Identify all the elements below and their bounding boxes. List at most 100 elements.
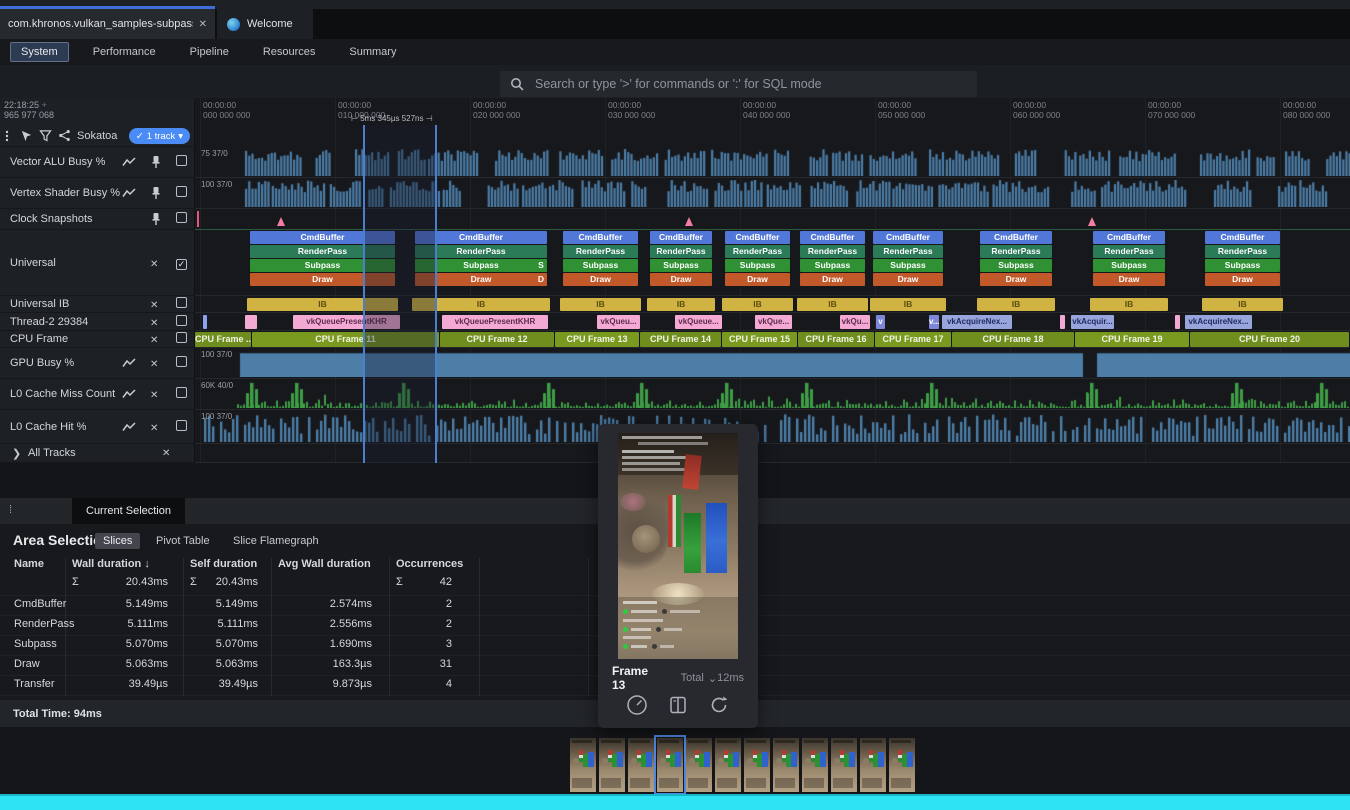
selection-start-handle[interactable] <box>363 125 365 463</box>
tab-current-selection[interactable]: Current Selection <box>72 498 185 524</box>
remove-track-icon[interactable]: ✕ <box>162 448 170 459</box>
sparkline-icon[interactable] <box>122 187 136 200</box>
slice-cpu-frame-17[interactable]: CPU Frame 17 <box>875 332 951 347</box>
slice-vkacquirenex[interactable]: vkAcquireNex... <box>1185 315 1252 329</box>
selection-end-handle[interactable] <box>435 125 437 463</box>
col-occurrences[interactable]: Occurrences <box>396 558 463 570</box>
slice-subpass[interactable]: Subpass <box>563 259 638 272</box>
slice-draw[interactable]: Draw <box>725 273 790 286</box>
clock-marker[interactable] <box>197 211 199 227</box>
track-row-cpu-frame[interactable]: CPU Frame✕ <box>0 331 195 348</box>
slice-ib[interactable]: IB <box>560 298 641 311</box>
remove-track-icon[interactable]: ✕ <box>150 259 158 270</box>
slice-vkacquir[interactable]: vkAcquir... <box>1071 315 1114 329</box>
track-row-universal[interactable]: Universal✕✓ <box>0 230 195 296</box>
track-checkbox[interactable] <box>176 297 187 308</box>
filmstrip-frame-thumb[interactable] <box>657 738 683 792</box>
selection-region[interactable] <box>363 125 435 463</box>
sparkline-icon[interactable] <box>122 420 136 433</box>
slice-renderpass[interactable]: RenderPass <box>725 245 790 258</box>
pin-icon[interactable] <box>150 186 162 200</box>
track-checkbox[interactable] <box>176 356 187 367</box>
timeline-canvas-area[interactable]: 00:00:00000 000 00000:00:00010 000 00000… <box>195 98 1350 463</box>
track-checkbox[interactable] <box>176 332 187 343</box>
tab-resources[interactable]: Resources <box>253 43 326 61</box>
sparkline-icon[interactable] <box>122 357 136 370</box>
slice-cmdbuffer[interactable]: CmdBuffer <box>873 231 943 244</box>
track-checkbox[interactable] <box>176 186 187 197</box>
slice-cpu-frame-14[interactable]: CPU Frame 14 <box>640 332 721 347</box>
slice-subpass[interactable]: Subpass <box>1205 259 1280 272</box>
remove-track-icon[interactable]: ✕ <box>150 423 158 434</box>
drag-handle-icon[interactable]: ⁞ <box>9 504 12 516</box>
slice-thread-event[interactable] <box>1175 315 1180 329</box>
slice-draw[interactable]: Draw <box>873 273 943 286</box>
remove-track-icon[interactable]: ✕ <box>150 335 158 346</box>
remove-track-icon[interactable]: ✕ <box>150 300 158 311</box>
track-row-universal-ib[interactable]: Universal IB✕ <box>0 296 195 313</box>
slice-vkqu[interactable]: vkQu... <box>840 315 870 329</box>
slice-vkqueuepresentkhr[interactable]: vkQueuePresentKHR <box>442 315 548 329</box>
slice-renderpass[interactable]: RenderPass <box>980 245 1052 258</box>
slice-cpu-frame[interactable]: CPU Frame ... <box>195 332 251 347</box>
slice-vkqueu[interactable]: vkQueu... <box>597 315 640 329</box>
slice-renderpass[interactable]: RenderPass <box>650 245 712 258</box>
panel-tab-slice-flamegraph[interactable]: Slice Flamegraph <box>225 533 327 549</box>
filmstrip-frame-thumb[interactable] <box>860 738 886 792</box>
slice-ib[interactable]: IB <box>1090 298 1168 311</box>
slice-subpass[interactable]: Subpass <box>800 259 865 272</box>
slice-cpu-frame-19[interactable]: CPU Frame 19 <box>1075 332 1189 347</box>
slice-cmdbuffer[interactable]: CmdBuffer <box>725 231 790 244</box>
slice-renderpass[interactable]: RenderPass <box>1205 245 1280 258</box>
filmstrip-frame-thumb[interactable] <box>889 738 915 792</box>
slice-ib[interactable]: IB <box>977 298 1055 311</box>
slice-renderpass[interactable]: RenderPass <box>873 245 943 258</box>
slice-cpu-frame-12[interactable]: CPU Frame 12 <box>440 332 554 347</box>
slice-subpass-tail[interactable]: S <box>535 259 547 272</box>
clock-marker[interactable] <box>685 217 693 226</box>
search-box[interactable] <box>500 71 977 97</box>
slice-draw[interactable]: Draw <box>1205 273 1280 286</box>
timeline-scrubber-bar[interactable] <box>0 794 1350 810</box>
slice-subpass[interactable]: Subpass <box>650 259 712 272</box>
cursor-select-icon[interactable] <box>20 129 33 142</box>
clock-marker[interactable] <box>1088 217 1096 226</box>
slice-cmdbuffer[interactable]: CmdBuffer <box>650 231 712 244</box>
remove-track-icon[interactable]: ✕ <box>150 359 158 370</box>
track-row-thread-2-29384[interactable]: Thread-2 29384✕ <box>0 313 195 331</box>
filmstrip-frame-thumb[interactable] <box>599 738 625 792</box>
slice-vkqueue[interactable]: vkQueue... <box>675 315 722 329</box>
tab-welcome[interactable]: Welcome <box>217 9 313 39</box>
track-row-l0-cache-miss-count[interactable]: L0 Cache Miss Count✕ <box>0 379 195 410</box>
close-tab-icon[interactable]: ✕ <box>199 19 207 30</box>
slice-ib[interactable]: IB <box>1202 298 1283 311</box>
tab-performance[interactable]: Performance <box>83 43 166 61</box>
slice-draw-tail[interactable]: D <box>535 273 547 286</box>
slice-cmdbuffer[interactable]: CmdBuffer <box>800 231 865 244</box>
slice-draw[interactable]: Draw <box>980 273 1052 286</box>
slice-vkque[interactable]: vkQue... <box>755 315 792 329</box>
tab-system[interactable]: System <box>10 42 69 62</box>
slice-cpu-frame-16[interactable]: CPU Frame 16 <box>798 332 874 347</box>
panel-tab-slices[interactable]: Slices <box>95 533 140 549</box>
slice-renderpass[interactable]: RenderPass <box>563 245 638 258</box>
track-row-clock-snapshots[interactable]: Clock Snapshots <box>0 209 195 230</box>
slice-v[interactable]: v... <box>929 315 939 329</box>
slice-subpass[interactable]: Subpass <box>725 259 790 272</box>
slice-draw[interactable]: Draw <box>800 273 865 286</box>
filmstrip-frame-thumb[interactable] <box>570 738 596 792</box>
pin-icon[interactable] <box>150 212 162 226</box>
slice-cpu-frame-20[interactable]: CPU Frame 20 <box>1190 332 1349 347</box>
search-input[interactable] <box>533 76 967 92</box>
slice-cmdbuffer[interactable]: CmdBuffer <box>1093 231 1165 244</box>
slice-ib[interactable]: IB <box>647 298 715 311</box>
share-graph-icon[interactable] <box>58 129 71 142</box>
remove-track-icon[interactable]: ✕ <box>150 318 158 329</box>
track-checkbox[interactable] <box>176 155 187 166</box>
slice-renderpass[interactable]: RenderPass <box>1093 245 1165 258</box>
track-row-vector-alu-busy[interactable]: Vector ALU Busy % <box>0 147 195 178</box>
tab-summary[interactable]: Summary <box>339 43 406 61</box>
slice-vkacquirenex[interactable]: vkAcquireNex... <box>942 315 1012 329</box>
refresh-icon[interactable] <box>708 694 730 716</box>
pin-icon[interactable] <box>150 155 162 169</box>
